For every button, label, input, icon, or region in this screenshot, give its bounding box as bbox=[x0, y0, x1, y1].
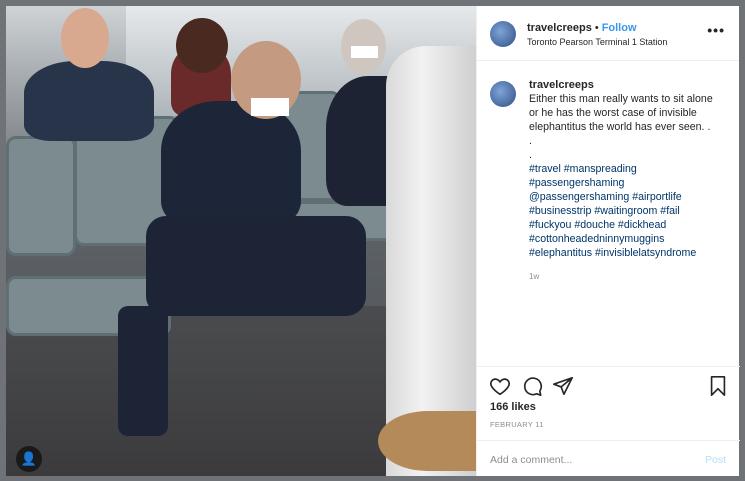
comment-input[interactable]: Add a comment... bbox=[490, 454, 572, 466]
heart-icon[interactable] bbox=[489, 375, 511, 397]
add-comment-bar: Add a comment... Post bbox=[477, 440, 740, 477]
user-tag-icon[interactable]: 👤 bbox=[16, 446, 42, 472]
action-icons bbox=[489, 375, 729, 399]
separator-dot: • bbox=[594, 22, 599, 34]
caption-time: 1w bbox=[529, 272, 540, 281]
location-link[interactable]: Toronto Pearson Terminal 1 Station bbox=[527, 37, 667, 47]
post-side-panel: travelcreeps • Follow Toronto Pearson Term… bbox=[476, 6, 740, 476]
post-comment-button[interactable]: Post bbox=[705, 454, 726, 466]
caption-area: travelcreeps Either this man really want… bbox=[477, 61, 739, 361]
caption-avatar[interactable] bbox=[490, 81, 516, 107]
post-header: travelcreeps • Follow Toronto Pearson Term… bbox=[477, 6, 739, 61]
man-leg bbox=[118, 306, 168, 436]
post-actions: 166 likes FEBRUARY 11 Add a comment... P… bbox=[477, 366, 740, 476]
man-torso bbox=[161, 101, 301, 226]
pillar-base bbox=[378, 411, 476, 471]
post-photo[interactable]: 👤 bbox=[6, 6, 476, 476]
person-left bbox=[24, 61, 154, 141]
follow-button[interactable]: Follow bbox=[602, 22, 637, 34]
seat bbox=[6, 136, 76, 256]
profile-avatar[interactable] bbox=[490, 21, 516, 47]
bookmark-icon[interactable] bbox=[707, 375, 729, 397]
likes-count[interactable]: 166 likes bbox=[490, 401, 536, 413]
face-censor-bar bbox=[251, 98, 289, 116]
person-back-head bbox=[176, 18, 228, 73]
username-link[interactable]: travelcreeps bbox=[527, 22, 592, 34]
share-icon[interactable] bbox=[552, 375, 574, 397]
caption-text: Either this man really wants to sit alon… bbox=[529, 93, 713, 161]
comment-icon[interactable] bbox=[521, 375, 543, 397]
header-title-line: travelcreeps • Follow bbox=[527, 22, 637, 34]
hashtags[interactable]: #travel #manspreading #passengershaming … bbox=[529, 162, 725, 260]
person-left-head bbox=[61, 8, 109, 68]
face-censor-bar bbox=[351, 46, 378, 58]
man-legs bbox=[146, 216, 366, 316]
caption-username[interactable]: travelcreeps bbox=[529, 79, 725, 91]
more-options-icon[interactable]: ••• bbox=[707, 22, 725, 38]
post-date: FEBRUARY 11 bbox=[490, 420, 544, 429]
